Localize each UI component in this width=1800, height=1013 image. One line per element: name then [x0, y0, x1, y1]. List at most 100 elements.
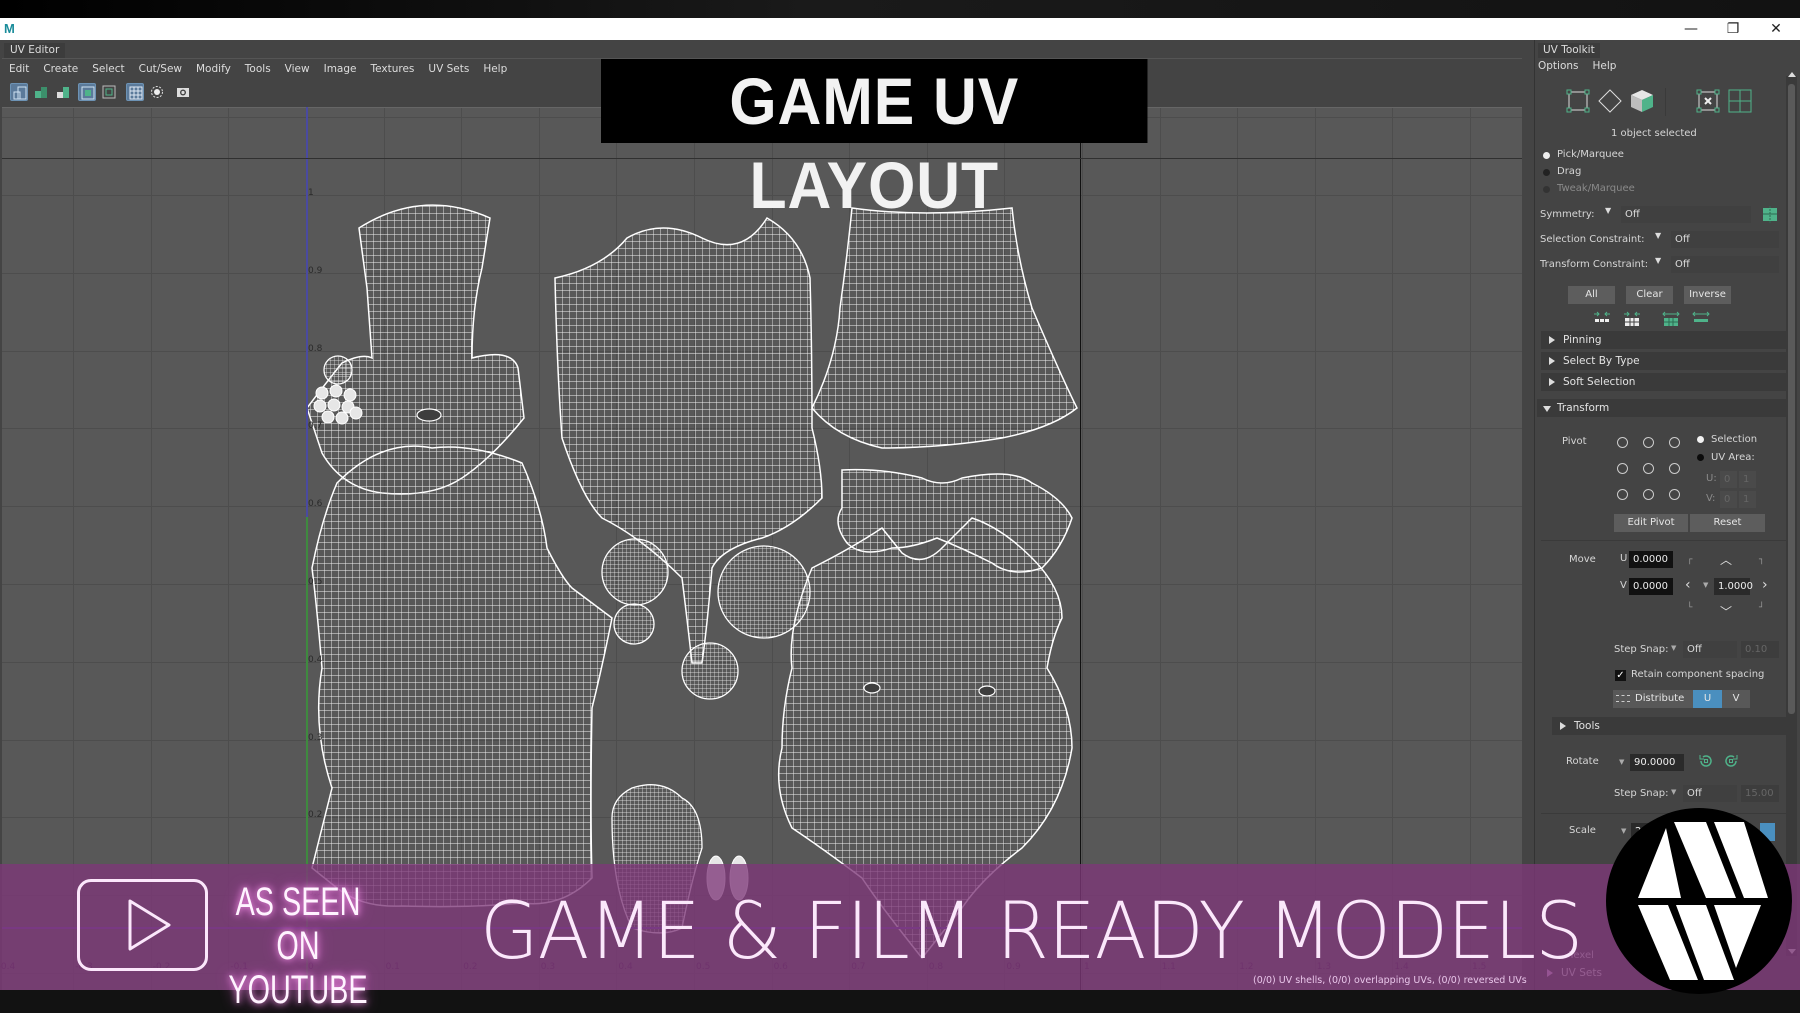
menu-cut-sew[interactable]: Cut/Sew [132, 63, 189, 75]
menu-view[interactable]: View [278, 63, 317, 75]
move-down-right-button[interactable]: ┘ [1759, 603, 1764, 613]
rotate-field[interactable]: 90.0000 [1630, 754, 1684, 771]
minimize-button[interactable]: — [1671, 18, 1711, 40]
scrollbar-thumb[interactable] [1788, 84, 1795, 714]
move-up-button[interactable]: ︿ [1720, 551, 1732, 568]
uv-area-v-min[interactable]: 0 [1720, 491, 1737, 508]
uv-area-v-max[interactable]: 1 [1739, 491, 1756, 508]
close-button[interactable]: ✕ [1756, 18, 1796, 40]
inverse-selection-button[interactable]: Inverse [1684, 286, 1731, 304]
restore-button[interactable]: ❐ [1713, 18, 1753, 40]
move-step-snap-amount[interactable]: 0.10 [1741, 641, 1779, 658]
move-v-field[interactable]: 0.0000 [1629, 578, 1673, 595]
symmetry-dropdown[interactable]: Off [1621, 206, 1751, 223]
menu-modify[interactable]: Modify [189, 63, 238, 75]
move-down-left-button[interactable]: └ [1687, 603, 1692, 613]
select-edge-icon[interactable] [1597, 88, 1623, 114]
symmetry-icon[interactable] [1762, 206, 1778, 223]
menu-options[interactable]: Options [1538, 60, 1579, 72]
selection-constraint-arrow[interactable]: ▼ [1655, 231, 1661, 240]
uv-area-u-max[interactable]: 1 [1739, 471, 1756, 488]
menu-create[interactable]: Create [36, 63, 85, 75]
shrink-selection-icon[interactable] [1593, 311, 1611, 325]
select-uv-face-icon[interactable] [1727, 88, 1753, 114]
menu-edit[interactable]: Edit [2, 63, 36, 75]
selection-constraint-dropdown[interactable]: Off [1671, 231, 1779, 248]
rotate-step-snap-amount[interactable]: 15.00 [1741, 785, 1779, 802]
as-seen-on-youtube-text: AS SEEN ON YOUTUBE [228, 880, 368, 1012]
symmetry-label: Symmetry: [1540, 209, 1595, 220]
pivot-top-right[interactable] [1669, 437, 1680, 448]
move-u-field[interactable]: 0.0000 [1629, 551, 1673, 568]
grow-selection-icon[interactable] [1692, 311, 1710, 325]
uv-frame-icon[interactable] [78, 83, 96, 101]
menu-help[interactable]: Help [476, 63, 514, 75]
section-pinning[interactable]: Pinning [1541, 331, 1787, 349]
isolate-icon[interactable] [148, 83, 166, 101]
move-up-right-button[interactable]: ┐ [1759, 555, 1764, 565]
section-select-by-type[interactable]: Select By Type [1541, 352, 1787, 370]
menu-help[interactable]: Help [1593, 60, 1617, 72]
pivot-center[interactable] [1643, 463, 1654, 474]
shrink-selection-region-icon[interactable] [1623, 311, 1641, 327]
channel-logo-icon [1638, 822, 1768, 980]
section-soft-selection[interactable]: Soft Selection [1541, 373, 1787, 391]
uv-area-u-min[interactable]: 0 [1720, 471, 1737, 488]
grow-selection-region-icon[interactable] [1662, 311, 1680, 327]
distribute-v-button[interactable]: V [1722, 690, 1750, 708]
reset-pivot-button[interactable]: Reset [1690, 514, 1765, 532]
menu-textures[interactable]: Textures [363, 63, 421, 75]
transform-constraint-dropdown[interactable]: Off [1671, 256, 1779, 273]
pivot-bottom-right[interactable] [1669, 489, 1680, 500]
uv-shell-icon[interactable] [10, 83, 28, 101]
move-right-button[interactable]: › [1762, 577, 1768, 593]
distribute-button[interactable]: Distribute [1613, 690, 1693, 708]
select-component-icon[interactable] [1565, 88, 1591, 114]
move-down-button[interactable]: ﹀ [1720, 603, 1732, 620]
menu-select[interactable]: Select [85, 63, 131, 75]
menu-uv-sets[interactable]: UV Sets [421, 63, 476, 75]
move-up-left-button[interactable]: ┌ [1687, 555, 1692, 565]
pivot-middle-left[interactable] [1617, 463, 1628, 474]
pivot-middle-right[interactable] [1669, 463, 1680, 474]
pivot-bottom-center[interactable] [1643, 489, 1654, 500]
pivot-bottom-left[interactable] [1617, 489, 1628, 500]
move-step-field[interactable]: 1.0000 [1714, 578, 1753, 595]
move-step-snap-arrow[interactable]: ▼ [1671, 644, 1676, 652]
v-axis-tick-label: 0.6 [308, 499, 323, 510]
rotate-step-snap-arrow[interactable]: ▼ [1671, 788, 1676, 796]
move-step-snap-dropdown[interactable]: Off [1683, 641, 1737, 658]
clear-selection-button[interactable]: Clear [1626, 286, 1673, 304]
uv-grid-icon[interactable] [32, 83, 50, 101]
rotate-dropdown-arrow[interactable]: ▼ [1619, 758, 1624, 766]
snapshot-icon[interactable] [174, 83, 192, 101]
uv-frame-all-icon[interactable] [100, 83, 118, 101]
select-object-icon[interactable] [1629, 88, 1655, 114]
uv-checker-icon[interactable] [54, 83, 72, 101]
menu-tools[interactable]: Tools [238, 63, 278, 75]
grid-display-icon[interactable] [126, 83, 144, 101]
select-uv-icon[interactable] [1695, 88, 1721, 114]
scroll-up-icon[interactable] [1788, 72, 1796, 77]
rotate-ccw-icon[interactable] [1698, 753, 1714, 769]
symmetry-dropdown-arrow[interactable]: ▼ [1605, 206, 1611, 215]
uv-editor-tab[interactable]: UV Editor [4, 43, 66, 58]
section-transform[interactable]: Transform [1537, 399, 1791, 417]
transform-constraint-arrow[interactable]: ▼ [1655, 256, 1661, 265]
move-step-dropdown-arrow[interactable]: ▼ [1703, 581, 1708, 589]
uv-toolkit-tab[interactable]: UV Toolkit [1538, 43, 1600, 58]
edit-pivot-button[interactable]: Edit Pivot [1614, 514, 1688, 532]
rotate-cw-icon[interactable] [1723, 753, 1739, 769]
select-all-button[interactable]: All [1568, 286, 1615, 304]
pivot-top-center[interactable] [1643, 437, 1654, 448]
distribute-u-button[interactable]: U [1693, 690, 1722, 708]
uv-viewport[interactable] [2, 107, 1522, 990]
section-tools[interactable]: Tools [1552, 717, 1788, 735]
menu-image[interactable]: Image [317, 63, 364, 75]
pivot-top-left[interactable] [1617, 437, 1628, 448]
v-axis-tick-label: 0.7 [308, 421, 323, 432]
checkbox-checked-icon: ✓ [1615, 670, 1626, 681]
uv-area-u-label: U: [1706, 473, 1717, 484]
rotate-step-snap-dropdown[interactable]: Off [1683, 785, 1737, 802]
move-left-button[interactable]: ‹ [1685, 577, 1691, 593]
